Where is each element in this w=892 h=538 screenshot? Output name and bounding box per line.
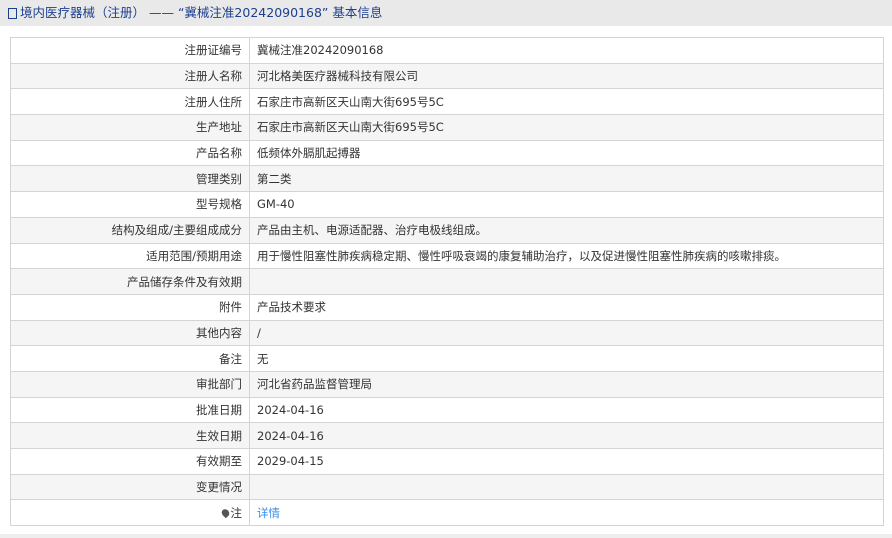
field-value [249,473,884,501]
table-row: 备注无 [10,345,884,372]
table-row: 其他内容 / [10,319,884,347]
field-label: 管理类别 [10,165,250,193]
table-row: 生效日期 2024-04-16 [10,422,884,449]
field-value [249,268,884,295]
field-label: 产品储存条件及有效期 [10,268,250,295]
document-icon [8,7,17,19]
field-value: 产品技术要求 [249,293,884,321]
field-value: 产品由主机、电源适配器、治疗电极线组成。 [249,216,884,244]
table-row: 注册人住所 石家庄市高新区天山南大街695号5C [10,88,884,116]
field-value: / [249,319,884,347]
table-row: 审批部门 河北省药品监督管理局 [10,370,884,398]
table-row: 产品名称 低频体外膈肌起搏器 [10,139,884,167]
field-value: 第二类 [249,165,884,193]
field-label: 变更情况 [10,473,250,501]
field-label: 注 [10,499,250,527]
field-value: 无 [249,345,884,372]
field-value: 2024-04-16 [249,396,884,424]
pin-icon [219,507,231,519]
field-value: 2029-04-15 [249,448,884,475]
field-value: 详情 [249,499,884,527]
field-value: 石家庄市高新区天山南大街695号5C [249,114,884,141]
table-row: 产品储存条件及有效期 [10,268,884,295]
field-label: 审批部门 [10,370,250,398]
field-label: 批准日期 [10,396,250,424]
field-label: 产品名称 [10,139,250,167]
field-value: 石家庄市高新区天山南大街695号5C [249,88,884,116]
field-label: 其他内容 [10,319,250,347]
field-label: 备注 [10,345,250,372]
field-label: 有效期至 [10,448,250,475]
page-header: 境内医疗器械（注册） —— “冀械注准20242090168” 基本信息 [0,0,892,26]
field-value: 用于慢性阻塞性肺疾病稳定期、慢性呼吸衰竭的康复辅助治疗，以及促进慢性阻塞性肺疾病… [249,242,884,270]
field-label: 型号规格 [10,191,250,218]
table-row: 适用范围/预期用途 用于慢性阻塞性肺疾病稳定期、慢性呼吸衰竭的康复辅助治疗，以及促… [10,242,884,270]
field-value: 2024-04-16 [249,422,884,449]
field-label: 附件 [10,293,250,321]
field-value: 低频体外膈肌起搏器 [249,139,884,167]
field-value: 河北省药品监督管理局 [249,370,884,398]
field-label: 适用范围/预期用途 [10,242,250,270]
table-row: 型号规格 GM-40 [10,191,884,218]
field-value: 河北格美医疗器械科技有限公司 [249,62,884,90]
info-table: 注册证编号 冀械注准20242090168 注册人名称 河北格美医疗器械科技有限公司注… [10,37,884,527]
table-row: 结构及组成/主要组成成分 产品由主机、电源适配器、治疗电极线组成。 [10,216,884,244]
field-label: 结构及组成/主要组成成分 [10,216,250,244]
table-row: 生产地址 石家庄市高新区天山南大街695号5C [10,114,884,141]
note-label: 注 [230,505,243,520]
field-label: 生效日期 [10,422,250,449]
field-label: 注册证编号 [10,37,250,64]
page-title: 境内医疗器械（注册） —— “冀械注准20242090168” 基本信息 [20,5,383,20]
table-row: 批准日期 2024-04-16 [10,396,884,424]
table-row: 注册证编号 冀械注准20242090168 [10,37,884,64]
table-row: 附件 产品技术要求 [10,293,884,321]
table-row: 有效期至 2029-04-15 [10,448,884,475]
table-row: 注册人名称 河北格美医疗器械科技有限公司 [10,62,884,90]
details-link[interactable]: 详情 [257,506,280,520]
table-row: 管理类别 第二类 [10,165,884,193]
table-row: 变更情况 [10,473,884,501]
field-value: 冀械注准20242090168 [249,37,884,64]
scroll-area [0,534,892,538]
field-value: GM-40 [249,191,884,218]
field-label: 生产地址 [10,114,250,141]
table-row-note: 注详情 [10,499,884,527]
field-label: 注册人住所 [10,88,250,116]
field-label: 注册人名称 [10,62,250,90]
